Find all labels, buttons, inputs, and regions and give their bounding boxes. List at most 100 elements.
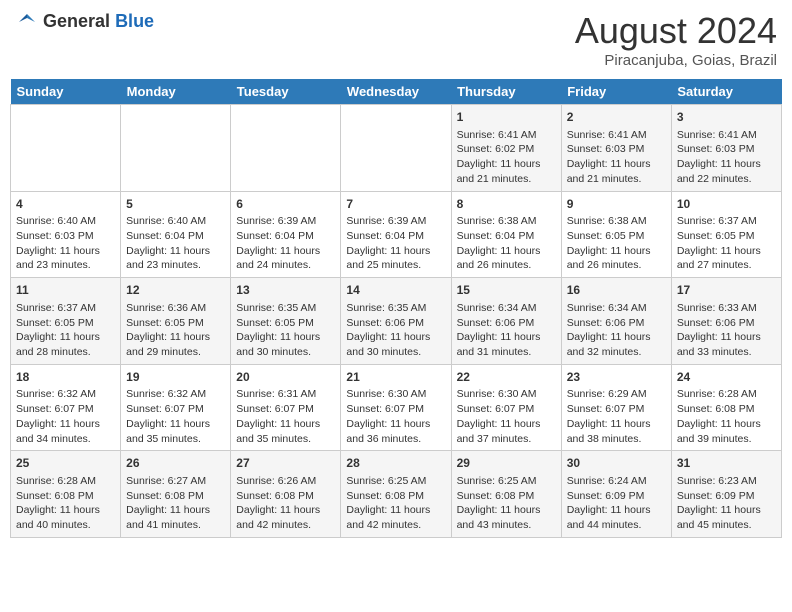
day-cell: 5Sunrise: 6:40 AMSunset: 6:04 PMDaylight…: [121, 191, 231, 278]
day-cell: 15 Sunrise: 6:34 AMSunset: 6:06 PMDayligh…: [451, 278, 561, 365]
day-cell: 14Sunrise: 6:35 AMSunset: 6:06 PMDayligh…: [341, 278, 451, 365]
day-info: Sunrise: 6:40 AMSunset: 6:04 PMDaylight:…: [126, 214, 225, 273]
calendar-table: SundayMondayTuesdayWednesdayThursdayFrid…: [10, 79, 782, 538]
day-info: Sunrise: 6:32 AMSunset: 6:07 PMDaylight:…: [16, 387, 115, 446]
day-info: Sunrise: 6:28 AMSunset: 6:08 PMDaylight:…: [16, 474, 115, 533]
day-info: Sunrise: 6:26 AMSunset: 6:08 PMDaylight:…: [236, 474, 335, 533]
day-cell: 12 Sunrise: 6:36 AMSunset: 6:05 PMDayligh…: [121, 278, 231, 365]
day-number: 31: [677, 455, 776, 472]
day-info: Sunrise: 6:24 AMSunset: 6:09 PMDaylight:…: [567, 474, 666, 533]
day-cell: 18Sunrise: 6:32 AMSunset: 6:07 PMDayligh…: [11, 364, 121, 451]
day-info: Sunrise: 6:38 AMSunset: 6:05 PMDaylight:…: [567, 214, 666, 273]
logo-icon: [15, 10, 39, 34]
day-cell: 9Sunrise: 6:38 AMSunset: 6:05 PMDaylight…: [561, 191, 671, 278]
header-tuesday: Tuesday: [231, 79, 341, 105]
day-number: 18: [16, 369, 115, 386]
day-number: 2: [567, 109, 666, 126]
day-cell: [121, 105, 231, 192]
day-number: 7: [346, 196, 445, 213]
day-cell: 22Sunrise: 6:30 AMSunset: 6:07 PMDayligh…: [451, 364, 561, 451]
day-info: Sunrise: 6:41 AMSunset: 6:03 PMDaylight:…: [567, 128, 666, 187]
day-number: 27: [236, 455, 335, 472]
week-row-1: 1 Sunrise: 6:41 AMSunset: 6:02 PMDaylight…: [11, 105, 782, 192]
header-saturday: Saturday: [671, 79, 781, 105]
day-number: 23: [567, 369, 666, 386]
week-row-5: 25 Sunrise: 6:28 AMSunset: 6:08 PMDayligh…: [11, 451, 782, 538]
day-number: 15: [457, 282, 556, 299]
day-cell: 2 Sunrise: 6:41 AMSunset: 6:03 PMDaylight…: [561, 105, 671, 192]
day-number: 25: [16, 455, 115, 472]
day-cell: 20Sunrise: 6:31 AMSunset: 6:07 PMDayligh…: [231, 364, 341, 451]
day-info: Sunrise: 6:36 AMSunset: 6:05 PMDaylight:…: [126, 301, 225, 360]
day-number: 5: [126, 196, 225, 213]
day-info: Sunrise: 6:30 AMSunset: 6:07 PMDaylight:…: [346, 387, 445, 446]
day-number: 28: [346, 455, 445, 472]
page-header: General Blue August 2024 Piracanjuba, Go…: [10, 10, 782, 69]
header-sunday: Sunday: [11, 79, 121, 105]
day-info: Sunrise: 6:39 AMSunset: 6:04 PMDaylight:…: [236, 214, 335, 273]
day-info: Sunrise: 6:34 AMSunset: 6:06 PMDaylight:…: [567, 301, 666, 360]
week-row-2: 4Sunrise: 6:40 AMSunset: 6:03 PMDaylight…: [11, 191, 782, 278]
day-number: 21: [346, 369, 445, 386]
day-number: 10: [677, 196, 776, 213]
day-cell: 10Sunrise: 6:37 AMSunset: 6:05 PMDayligh…: [671, 191, 781, 278]
day-info: Sunrise: 6:38 AMSunset: 6:04 PMDaylight:…: [457, 214, 556, 273]
month-title: August 2024: [575, 10, 777, 52]
week-row-4: 18Sunrise: 6:32 AMSunset: 6:07 PMDayligh…: [11, 364, 782, 451]
header-friday: Friday: [561, 79, 671, 105]
day-number: 29: [457, 455, 556, 472]
day-number: 1: [457, 109, 556, 126]
day-info: Sunrise: 6:34 AMSunset: 6:06 PMDaylight:…: [457, 301, 556, 360]
day-cell: 4Sunrise: 6:40 AMSunset: 6:03 PMDaylight…: [11, 191, 121, 278]
day-cell: 13 Sunrise: 6:35 AMSunset: 6:05 PMDayligh…: [231, 278, 341, 365]
day-cell: 25 Sunrise: 6:28 AMSunset: 6:08 PMDayligh…: [11, 451, 121, 538]
day-cell: 21Sunrise: 6:30 AMSunset: 6:07 PMDayligh…: [341, 364, 451, 451]
day-number: 26: [126, 455, 225, 472]
header-row: SundayMondayTuesdayWednesdayThursdayFrid…: [11, 79, 782, 105]
header-thursday: Thursday: [451, 79, 561, 105]
day-number: 13: [236, 282, 335, 299]
day-cell: 16Sunrise: 6:34 AMSunset: 6:06 PMDayligh…: [561, 278, 671, 365]
day-info: Sunrise: 6:28 AMSunset: 6:08 PMDaylight:…: [677, 387, 776, 446]
day-info: Sunrise: 6:30 AMSunset: 6:07 PMDaylight:…: [457, 387, 556, 446]
day-info: Sunrise: 6:27 AMSunset: 6:08 PMDaylight:…: [126, 474, 225, 533]
day-cell: 11Sunrise: 6:37 AMSunset: 6:05 PMDayligh…: [11, 278, 121, 365]
day-number: 24: [677, 369, 776, 386]
day-cell: 23Sunrise: 6:29 AMSunset: 6:07 PMDayligh…: [561, 364, 671, 451]
day-cell: 31Sunrise: 6:23 AMSunset: 6:09 PMDayligh…: [671, 451, 781, 538]
day-info: Sunrise: 6:33 AMSunset: 6:06 PMDaylight:…: [677, 301, 776, 360]
day-cell: 7Sunrise: 6:39 AMSunset: 6:04 PMDaylight…: [341, 191, 451, 278]
day-number: 14: [346, 282, 445, 299]
header-monday: Monday: [121, 79, 231, 105]
day-info: Sunrise: 6:35 AMSunset: 6:05 PMDaylight:…: [236, 301, 335, 360]
day-number: 6: [236, 196, 335, 213]
logo: General Blue: [15, 10, 154, 34]
day-info: Sunrise: 6:37 AMSunset: 6:05 PMDaylight:…: [16, 301, 115, 360]
day-info: Sunrise: 6:31 AMSunset: 6:07 PMDaylight:…: [236, 387, 335, 446]
day-info: Sunrise: 6:25 AMSunset: 6:08 PMDaylight:…: [346, 474, 445, 533]
day-number: 17: [677, 282, 776, 299]
day-cell: [231, 105, 341, 192]
location: Piracanjuba, Goias, Brazil: [575, 52, 777, 69]
day-number: 19: [126, 369, 225, 386]
day-cell: 17 Sunrise: 6:33 AMSunset: 6:06 PMDayligh…: [671, 278, 781, 365]
logo-general-text: General: [43, 11, 110, 31]
day-cell: 1 Sunrise: 6:41 AMSunset: 6:02 PMDaylight…: [451, 105, 561, 192]
day-number: 9: [567, 196, 666, 213]
day-cell: 6Sunrise: 6:39 AMSunset: 6:04 PMDaylight…: [231, 191, 341, 278]
day-cell: [11, 105, 121, 192]
day-cell: 24Sunrise: 6:28 AMSunset: 6:08 PMDayligh…: [671, 364, 781, 451]
logo-blue-text: Blue: [115, 11, 154, 31]
day-cell: 29Sunrise: 6:25 AMSunset: 6:08 PMDayligh…: [451, 451, 561, 538]
day-number: 22: [457, 369, 556, 386]
day-cell: 30 Sunrise: 6:24 AMSunset: 6:09 PMDayligh…: [561, 451, 671, 538]
day-cell: 26 Sunrise: 6:27 AMSunset: 6:08 PMDayligh…: [121, 451, 231, 538]
day-info: Sunrise: 6:40 AMSunset: 6:03 PMDaylight:…: [16, 214, 115, 273]
title-block: August 2024 Piracanjuba, Goias, Brazil: [575, 10, 777, 69]
day-info: Sunrise: 6:32 AMSunset: 6:07 PMDaylight:…: [126, 387, 225, 446]
day-number: 4: [16, 196, 115, 213]
day-info: Sunrise: 6:41 AMSunset: 6:02 PMDaylight:…: [457, 128, 556, 187]
day-number: 30: [567, 455, 666, 472]
day-number: 12: [126, 282, 225, 299]
week-row-3: 11Sunrise: 6:37 AMSunset: 6:05 PMDayligh…: [11, 278, 782, 365]
